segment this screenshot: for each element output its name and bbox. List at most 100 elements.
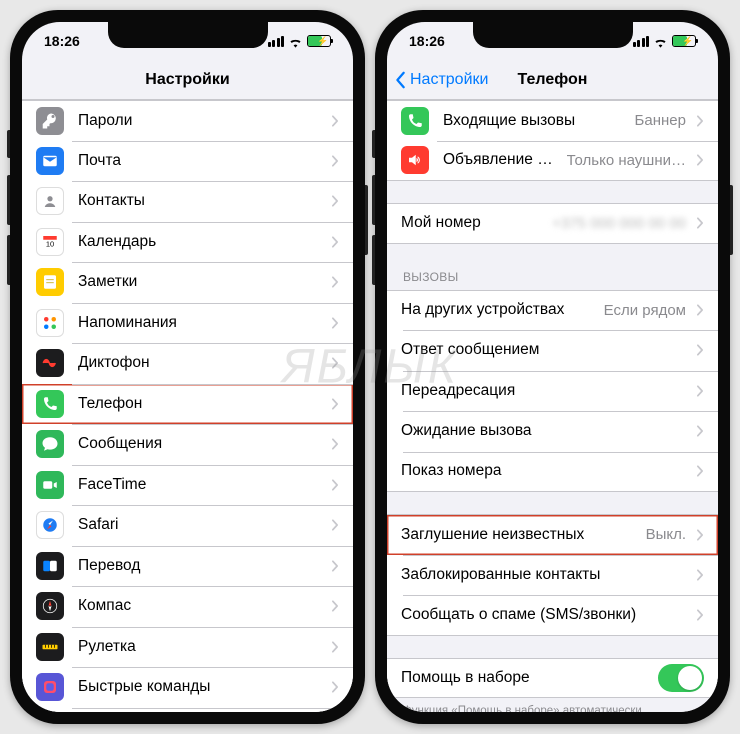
phone-icon — [36, 390, 64, 418]
notes-row[interactable]: Заметки — [22, 262, 353, 303]
my-number-row[interactable]: Мой номер+375 000 000 00 00 — [387, 203, 718, 244]
measure-icon — [36, 633, 64, 661]
calls-section-header: ВЫЗОВЫ — [387, 266, 718, 290]
chevron-right-icon — [331, 155, 339, 167]
show-caller-id-row[interactable]: Показ номера — [387, 452, 718, 493]
chevron-right-icon — [331, 195, 339, 207]
safari-row[interactable]: Safari — [22, 505, 353, 546]
nav-bar: Настройки Телефон — [387, 60, 718, 100]
chevron-right-icon — [331, 641, 339, 653]
status-time: 18:26 — [409, 33, 445, 49]
shortcuts-row[interactable]: Быстрые команды — [22, 667, 353, 708]
silence-unknown-row[interactable]: Заглушение неизвестныхВыкл. — [387, 514, 718, 555]
chevron-right-icon — [331, 357, 339, 369]
dial-assist-row[interactable]: Помощь в наборе — [387, 658, 718, 699]
chevron-right-icon — [331, 317, 339, 329]
calendar-row[interactable]: 10 Календарь — [22, 222, 353, 263]
battery-icon: ⚡ — [672, 35, 696, 47]
facetime-icon — [36, 471, 64, 499]
voice-memos-row[interactable]: Диктофон — [22, 343, 353, 384]
screen-right: 18:26 ⚡ Настройки Телефон Входящие вызов… — [387, 22, 718, 712]
row-value: Если рядом — [604, 302, 686, 319]
shortcuts-icon — [36, 673, 64, 701]
phone-frame-left: 18:26 ⚡ Настройки Пароли Почта Контакты 10 К… — [10, 10, 365, 724]
announce-calls-row[interactable]: Объявление вызововТолько наушни… — [387, 141, 718, 182]
cellular-icon — [633, 36, 650, 47]
health-row[interactable]: Здоровье — [22, 708, 353, 713]
chevron-right-icon — [331, 560, 339, 572]
mail-row[interactable]: Почта — [22, 141, 353, 182]
chevron-right-icon — [696, 217, 704, 229]
reminders-row[interactable]: Напоминания — [22, 303, 353, 344]
blocked-contacts-row[interactable]: Заблокированные контакты — [387, 555, 718, 596]
row-label: Переадресация — [401, 382, 686, 400]
row-value: Баннер — [635, 112, 686, 129]
other-devices-row[interactable]: На других устройствах Если рядом — [387, 290, 718, 331]
compass-row[interactable]: Компас — [22, 586, 353, 627]
row-label: Пароли — [78, 112, 321, 130]
contacts-icon — [36, 187, 64, 215]
row-label: Показ номера — [401, 462, 686, 480]
messages-row[interactable]: Сообщения — [22, 424, 353, 465]
chevron-right-icon — [331, 438, 339, 450]
chevron-right-icon — [696, 344, 704, 356]
chevron-right-icon — [696, 304, 704, 316]
row-label: Заметки — [78, 273, 321, 291]
row-label: Рулетка — [78, 638, 321, 656]
status-time: 18:26 — [44, 33, 80, 49]
speaker-icon — [401, 146, 429, 174]
row-label: Входящие вызовы — [443, 112, 629, 130]
wifi-icon — [288, 35, 303, 47]
chevron-right-icon — [331, 600, 339, 612]
dial-assist-toggle[interactable] — [658, 664, 704, 692]
row-label: Ожидание вызова — [401, 422, 686, 440]
translate-icon — [36, 552, 64, 580]
battery-icon: ⚡ — [307, 35, 331, 47]
row-value: +375 000 000 00 00 — [552, 215, 686, 232]
chevron-right-icon — [696, 609, 704, 621]
passwords-row[interactable]: Пароли — [22, 100, 353, 141]
dial-assist-footnote: Функция «Помощь в наборе» автоматически … — [387, 698, 718, 712]
row-label: Диктофон — [78, 354, 321, 372]
contacts-row[interactable]: Контакты — [22, 181, 353, 222]
row-label: Сообщения — [78, 435, 321, 453]
chevron-right-icon — [696, 529, 704, 541]
row-label: Календарь — [78, 233, 321, 251]
phone-row[interactable]: Телефон — [22, 384, 353, 425]
row-value: Выкл. — [646, 526, 686, 543]
chevron-right-icon — [696, 154, 704, 166]
call-forwarding-row[interactable]: Переадресация — [387, 371, 718, 412]
row-label: Ответ сообщением — [401, 341, 686, 359]
row-label: Сообщать о спаме (SMS/звонки) — [401, 606, 686, 624]
chevron-right-icon — [331, 115, 339, 127]
row-label: Быстрые команды — [78, 678, 321, 696]
row-label: Контакты — [78, 192, 321, 210]
mail-icon — [36, 147, 64, 175]
chevron-right-icon — [331, 479, 339, 491]
phone-settings-list[interactable]: Входящие вызовы Баннер Объявление вызововТ… — [387, 100, 718, 712]
page-title: Телефон — [518, 71, 588, 89]
row-label: Телефон — [78, 395, 321, 413]
row-label: На других устройствах — [401, 301, 598, 319]
row-label: Компас — [78, 597, 321, 615]
chevron-right-icon — [331, 276, 339, 288]
translate-row[interactable]: Перевод — [22, 546, 353, 587]
phone-icon — [401, 107, 429, 135]
screen-left: 18:26 ⚡ Настройки Пароли Почта Контакты 10 К… — [22, 22, 353, 712]
voice-icon — [36, 349, 64, 377]
calendar-icon: 10 — [36, 228, 64, 256]
wifi-icon — [653, 35, 668, 47]
facetime-row[interactable]: FaceTime — [22, 465, 353, 506]
phone-frame-right: 18:26 ⚡ Настройки Телефон Входящие вызов… — [375, 10, 730, 724]
cellular-icon — [268, 36, 285, 47]
settings-list[interactable]: Пароли Почта Контакты 10 Календарь Заметки Нап… — [22, 100, 353, 712]
incoming-calls-row[interactable]: Входящие вызовы Баннер — [387, 100, 718, 141]
back-button[interactable]: Настройки — [395, 60, 488, 99]
key-icon — [36, 107, 64, 135]
nav-bar: Настройки — [22, 60, 353, 100]
spam-report-row[interactable]: Сообщать о спаме (SMS/звонки) — [387, 595, 718, 636]
row-label: Почта — [78, 152, 321, 170]
respond-text-row[interactable]: Ответ сообщением — [387, 330, 718, 371]
call-waiting-row[interactable]: Ожидание вызова — [387, 411, 718, 452]
measure-row[interactable]: Рулетка — [22, 627, 353, 668]
